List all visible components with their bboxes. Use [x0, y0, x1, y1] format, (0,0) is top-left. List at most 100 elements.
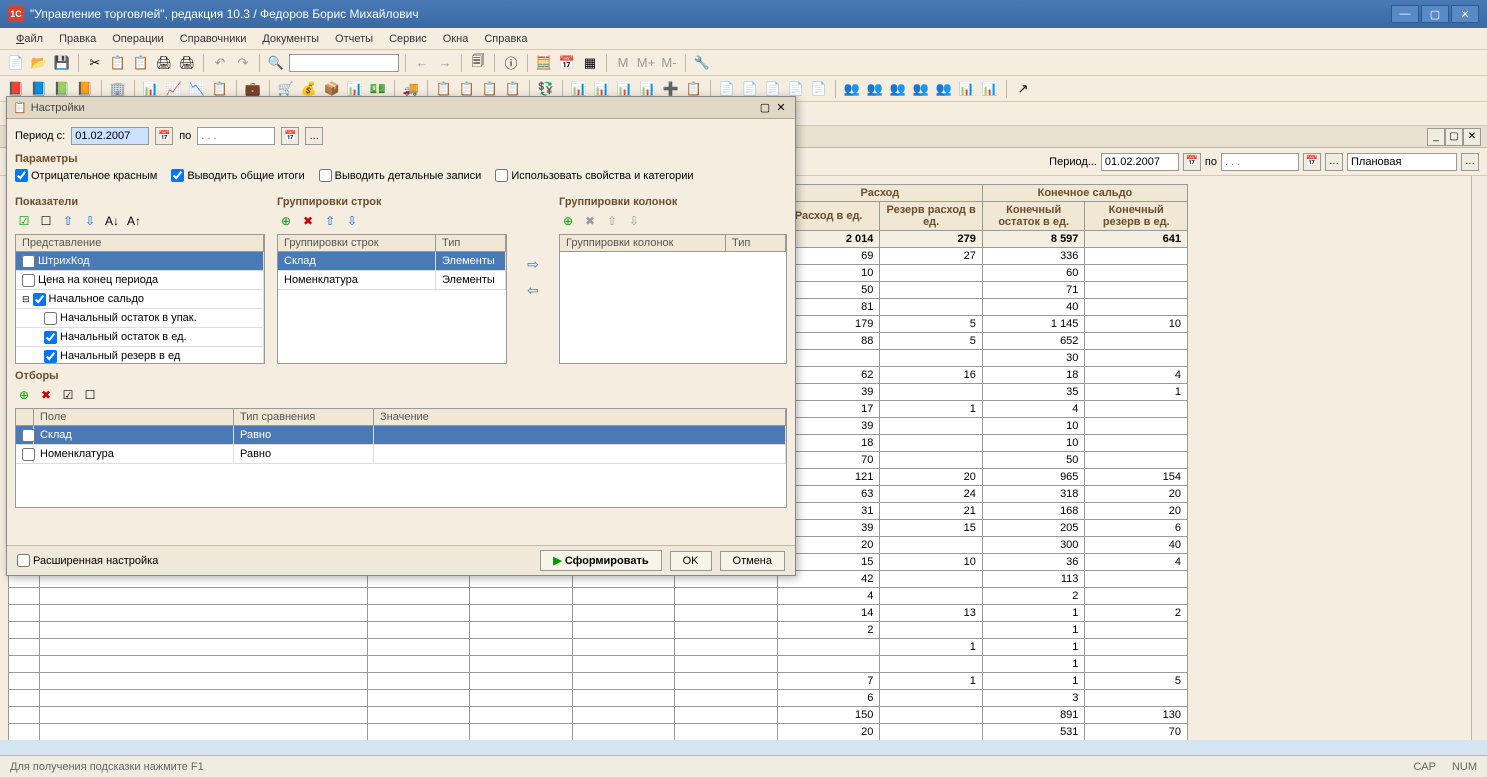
gc-up-icon[interactable]: ⇧ — [603, 212, 621, 230]
menu-operations[interactable]: Операции — [106, 31, 169, 47]
calendar-icon[interactable]: 📅 — [557, 53, 577, 73]
group-rows-list[interactable]: Группировки строк Тип СкладЭлементыНомен… — [277, 234, 507, 364]
stack-icon[interactable]: 🗐 — [468, 53, 488, 73]
maximize-button[interactable]: ▢ — [1421, 5, 1449, 23]
gr-up-icon[interactable]: ⇧ — [321, 212, 339, 230]
minimize-button[interactable]: — — [1391, 5, 1419, 23]
gc-down-icon[interactable]: ⇩ — [625, 212, 643, 230]
dlg-period-more-button[interactable]: … — [305, 127, 323, 145]
wrench-icon[interactable]: 🔧 — [692, 53, 712, 73]
list-item[interactable]: ⊟ Начальное сальдо — [16, 290, 264, 309]
list-item[interactable]: ШтрихКод — [16, 252, 264, 271]
doc-max-button[interactable]: ▢ — [1445, 128, 1463, 146]
table-row[interactable]: 11 — [9, 639, 1188, 656]
help-icon[interactable]: ⓘ — [501, 53, 521, 73]
mod-icon-33[interactable]: 👥 — [842, 79, 862, 99]
list-item[interactable]: Начальный резерв в ед — [16, 347, 264, 364]
mod-icon-32[interactable]: 📄 — [809, 79, 829, 99]
copy-icon[interactable]: 📋 — [108, 53, 128, 73]
gr-del-icon[interactable]: ✖ — [299, 212, 317, 230]
m-icon[interactable]: M — [613, 53, 633, 73]
flt-uncheck-icon[interactable]: ☐ — [81, 386, 99, 404]
ind-sort-desc-icon[interactable]: A↑ — [125, 212, 143, 230]
cb-details[interactable]: Выводить детальные записи — [319, 169, 482, 182]
cb-negative[interactable]: Отрицательное красным — [15, 169, 157, 182]
flt-check-icon[interactable]: ☑ — [59, 386, 77, 404]
dlg-ok-button[interactable]: OK — [670, 551, 712, 571]
table-row[interactable]: 42 — [9, 588, 1188, 605]
table-row[interactable]: 150891130 — [9, 707, 1188, 724]
period-from-input[interactable] — [1101, 153, 1179, 171]
mod-icon-35[interactable]: 👥 — [888, 79, 908, 99]
mod-icon-34[interactable]: 👥 — [865, 79, 885, 99]
gr-add-icon[interactable]: ⊕ — [277, 212, 295, 230]
menu-windows[interactable]: Окна — [437, 31, 475, 47]
search-input[interactable] — [289, 54, 399, 72]
menu-file[interactable]: Файл — [10, 31, 49, 47]
dialog-close-button[interactable]: ✕ — [773, 101, 789, 115]
ind-check-icon[interactable]: ☑ — [15, 212, 33, 230]
menu-documents[interactable]: Документы — [256, 31, 325, 47]
menu-reference[interactable]: Справочники — [174, 31, 253, 47]
gc-add-icon[interactable]: ⊕ — [559, 212, 577, 230]
indicators-list[interactable]: Представление ШтрихКод Цена на конец пер… — [15, 234, 265, 364]
table-row[interactable]: 7115 — [9, 673, 1188, 690]
cb-totals[interactable]: Выводить общие итоги — [171, 169, 304, 182]
doc-close-button[interactable]: ✕ — [1463, 128, 1481, 146]
table-row[interactable]: 1 — [9, 656, 1188, 673]
menu-service[interactable]: Сервис — [383, 31, 433, 47]
group-cols-list[interactable]: Группировки колонок Тип — [559, 234, 787, 364]
table-row[interactable]: 63 — [9, 690, 1188, 707]
table-row[interactable]: 21 — [9, 622, 1188, 639]
table-row[interactable]: 141312 — [9, 605, 1188, 622]
dlg-period-to-input[interactable] — [197, 127, 275, 145]
gc-del-icon[interactable]: ✖ — [581, 212, 599, 230]
calendar-from-button[interactable]: 📅 — [1183, 153, 1201, 171]
flt-del-icon[interactable]: ✖ — [37, 386, 55, 404]
period-type-input[interactable] — [1347, 153, 1457, 171]
dlg-form-button[interactable]: ▶ Сформировать — [540, 550, 661, 571]
menu-edit[interactable]: Правка — [53, 31, 102, 47]
list-item[interactable]: СкладРавно — [16, 426, 786, 445]
print-icon[interactable]: 🖨 — [154, 53, 174, 73]
undo-icon[interactable]: ↶ — [210, 53, 230, 73]
redo-icon[interactable]: ↷ — [233, 53, 253, 73]
list-item[interactable]: Цена на конец периода — [16, 271, 264, 290]
gr-down-icon[interactable]: ⇩ — [343, 212, 361, 230]
dlg-period-from-input[interactable] — [71, 127, 149, 145]
mod-icon-40[interactable]: ↗ — [1013, 79, 1033, 99]
close-button[interactable]: ✕ — [1451, 5, 1479, 23]
cb-advanced[interactable]: Расширенная настройка — [17, 554, 158, 567]
scrollbar-vertical[interactable] — [1471, 176, 1487, 740]
menu-help[interactable]: Справка — [478, 31, 533, 47]
move-left-icon[interactable]: ⇦ — [523, 280, 543, 300]
mod-icon-37[interactable]: 👥 — [934, 79, 954, 99]
list-item[interactable]: Начальный остаток в упак. — [16, 309, 264, 328]
list-item[interactable]: НоменклатураЭлементы — [278, 271, 506, 290]
period-type-more-button[interactable]: … — [1461, 153, 1479, 171]
dlg-cal-to-button[interactable]: 📅 — [281, 127, 299, 145]
period-more-button[interactable]: … — [1325, 153, 1343, 171]
cb-properties[interactable]: Использовать свойства и категории — [495, 169, 693, 182]
mod-icon-38[interactable]: 📊 — [957, 79, 977, 99]
paste-icon[interactable]: 📋 — [131, 53, 151, 73]
m-minus-icon[interactable]: M- — [659, 53, 679, 73]
m-plus-icon[interactable]: M+ — [636, 53, 656, 73]
calendar-to-button[interactable]: 📅 — [1303, 153, 1321, 171]
dlg-cal-from-button[interactable]: 📅 — [155, 127, 173, 145]
doc-min-button[interactable]: _ — [1427, 128, 1445, 146]
list-item[interactable]: Начальный остаток в ед. — [16, 328, 264, 347]
filters-list[interactable]: Поле Тип сравнения Значение СкладРавноНо… — [15, 408, 787, 508]
print-preview-icon[interactable]: 🖨 — [177, 53, 197, 73]
grid-icon[interactable]: ▦ — [580, 53, 600, 73]
calc-icon[interactable]: 🧮 — [534, 53, 554, 73]
list-item[interactable]: СкладЭлементы — [278, 252, 506, 271]
save-icon[interactable]: 💾 — [52, 53, 72, 73]
flt-add-icon[interactable]: ⊕ — [15, 386, 33, 404]
ind-uncheck-icon[interactable]: ☐ — [37, 212, 55, 230]
ind-sort-asc-icon[interactable]: A↓ — [103, 212, 121, 230]
dialog-restore-button[interactable]: ▢ — [757, 101, 773, 115]
menu-reports[interactable]: Отчеты — [329, 31, 379, 47]
move-right-icon[interactable]: ⇨ — [523, 254, 543, 274]
search-icon[interactable]: 🔍 — [266, 53, 286, 73]
